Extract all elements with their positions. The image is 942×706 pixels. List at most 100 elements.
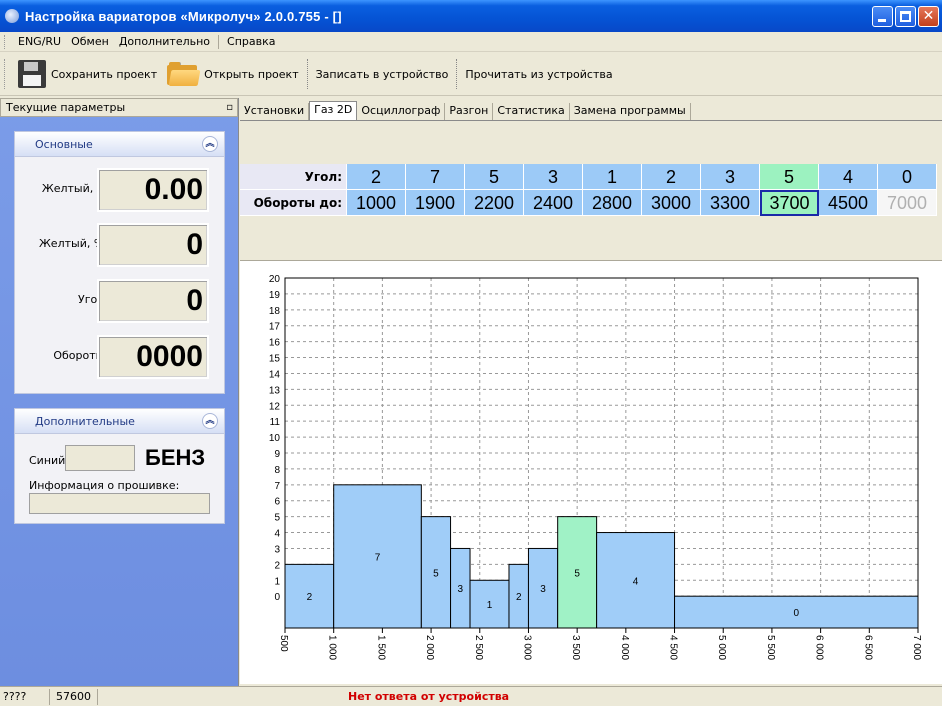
angle-cell[interactable]: 3 <box>701 164 760 190</box>
menu-separator <box>218 34 220 49</box>
angle-rpm-grid: Угол: 2753123540 Обороты до: 1000 1900 220… <box>240 164 938 216</box>
angle-cell[interactable]: 4 <box>819 164 878 190</box>
param-value: 0 <box>97 223 209 267</box>
bar-value-label: 1 <box>487 600 493 611</box>
rpm-row: Обороты до: 1000 1900 2200 2400 2800 3000 3300… <box>240 190 938 216</box>
angle-cell[interactable]: 3 <box>524 164 583 190</box>
x-tick-label: 3 000 <box>521 635 532 660</box>
angle-cell[interactable]: 1 <box>583 164 642 190</box>
close-button[interactable]: ✕ <box>918 6 939 27</box>
tab-replace-program[interactable]: Замена программы <box>570 103 691 120</box>
y-tick-label: 12 <box>269 401 281 412</box>
read-device-label: Прочитать из устройства <box>465 67 613 81</box>
y-tick-label: 15 <box>269 354 281 365</box>
firmware-label: Информация о прошивке: <box>29 479 180 492</box>
rpm-cell[interactable]: 2200 <box>465 190 524 216</box>
rpm-cell[interactable]: 3300 <box>701 190 760 216</box>
bar-value-label: 5 <box>433 568 439 579</box>
maximize-button[interactable] <box>895 6 916 27</box>
tab-statistics[interactable]: Статистика <box>493 103 570 120</box>
rpm-cell[interactable]: 4500 <box>819 190 878 216</box>
rpm-cell[interactable]: 3700 <box>760 190 819 216</box>
y-tick-label: 10 <box>269 433 281 444</box>
tab-top-panel <box>240 120 942 162</box>
firmware-info-field <box>29 493 210 514</box>
minimize-button[interactable] <box>872 6 893 27</box>
param-rpm: Обороты: 0000 <box>15 335 224 379</box>
x-tick-label: 3 500 <box>570 635 581 660</box>
rpm-cell[interactable]: 1000 <box>347 190 406 216</box>
menu-exchange[interactable]: Обмен <box>66 35 114 48</box>
y-tick-label: 11 <box>270 417 281 428</box>
blue-value-field <box>65 445 135 471</box>
y-tick-label: 7 <box>274 481 280 492</box>
x-tick-label: 2 500 <box>473 635 484 660</box>
x-tick-label: 2 000 <box>424 635 435 660</box>
menu-eng-ru[interactable]: ENG/RU <box>13 35 66 48</box>
y-tick-label: 1 <box>274 576 280 587</box>
menu-bar: ENG/RU Обмен Дополнительно Справка <box>0 32 942 52</box>
y-tick-label: 13 <box>269 385 281 396</box>
blue-label: Синий: <box>29 454 70 467</box>
app-icon <box>5 9 19 23</box>
param-value: 0 <box>97 279 209 323</box>
angle-cell[interactable]: 2 <box>347 164 406 190</box>
angle-cell[interactable]: 2 <box>642 164 701 190</box>
rpm-cell[interactable]: 2800 <box>583 190 642 216</box>
toolbar-grip <box>4 59 7 89</box>
folder-icon <box>167 61 201 87</box>
param-value: 0000 <box>97 335 209 379</box>
rpm-cell[interactable]: 3000 <box>642 190 701 216</box>
bar-value-label: 2 <box>307 592 313 603</box>
main-params-header[interactable]: Основные ︽ <box>15 132 224 157</box>
tab-oscilloscope[interactable]: Осциллограф <box>357 103 446 120</box>
x-tick-label: 5 500 <box>765 635 776 660</box>
read-device-button[interactable]: Прочитать из устройства <box>460 57 617 91</box>
main-area: Установки Газ 2D Осциллограф Разгон Стат… <box>240 98 942 686</box>
write-device-button[interactable]: Записать в устройство <box>311 57 454 91</box>
pin-icon[interactable]: ▫ <box>226 102 233 113</box>
floppy-disk-icon <box>18 60 46 88</box>
menu-help[interactable]: Справка <box>222 35 280 48</box>
x-tick-label: 6 500 <box>862 635 873 660</box>
angle-cell[interactable]: 5 <box>465 164 524 190</box>
param-angle: Угол: 0 <box>15 279 224 323</box>
gas-2d-chart: 0 1 2 3 4 5 6 7 8 9 10 11 12 13 14 15 16 17 18 19 20 500 1 000… <box>240 260 942 684</box>
y-tick-label: 4 <box>274 529 280 540</box>
extra-params-header[interactable]: Дополнительные ︽ <box>15 409 224 434</box>
y-tick-label: 17 <box>269 322 281 333</box>
tab-acceleration[interactable]: Разгон <box>445 103 494 120</box>
x-tick-label: 4 000 <box>619 635 630 660</box>
main-params-group: Основные ︽ Желтый, В: 0.00 Желтый, %: 0 … <box>14 131 225 394</box>
tab-settings[interactable]: Установки <box>240 103 310 120</box>
open-project-button[interactable]: Открыть проект <box>162 57 304 91</box>
write-device-label: Записать в устройство <box>315 67 449 81</box>
maximize-icon <box>900 11 911 22</box>
toolbar-separator <box>306 59 308 89</box>
bar-value-label: 3 <box>458 584 464 595</box>
collapse-icon[interactable]: ︽ <box>202 413 218 429</box>
param-value: 0.00 <box>97 168 209 212</box>
collapse-icon[interactable]: ︽ <box>202 136 218 152</box>
angle-cell[interactable]: 7 <box>406 164 465 190</box>
open-project-label: Открыть проект <box>204 67 299 81</box>
bar-value-label: 0 <box>793 608 799 619</box>
toolbar-separator <box>456 59 458 89</box>
bar-value-label: 7 <box>375 552 381 563</box>
y-tick-label: 3 <box>274 544 280 555</box>
rpm-cell[interactable]: 2400 <box>524 190 583 216</box>
current-params-panel: Текущие параметры ▫ Основные ︽ Желтый, В… <box>0 98 239 686</box>
x-tick-label: 4 500 <box>668 635 679 660</box>
extra-params-group: Дополнительные ︽ Синий: БЕНЗ Информация … <box>14 408 225 524</box>
angle-cell[interactable]: 0 <box>878 164 937 190</box>
menu-additional[interactable]: Дополнительно <box>114 35 215 48</box>
angle-cell[interactable]: 5 <box>760 164 819 190</box>
save-project-button[interactable]: Сохранить проект <box>13 57 162 91</box>
close-icon: ✕ <box>922 8 935 24</box>
angle-row: Угол: 2753123540 <box>240 164 938 190</box>
toolbar: Сохранить проект Открыть проект Записать… <box>0 53 942 96</box>
rpm-cell[interactable]: 1900 <box>406 190 465 216</box>
tab-gas-2d[interactable]: Газ 2D <box>309 101 358 120</box>
x-tick-label: 1 000 <box>327 635 338 660</box>
status-cell-port: ???? <box>0 688 50 705</box>
